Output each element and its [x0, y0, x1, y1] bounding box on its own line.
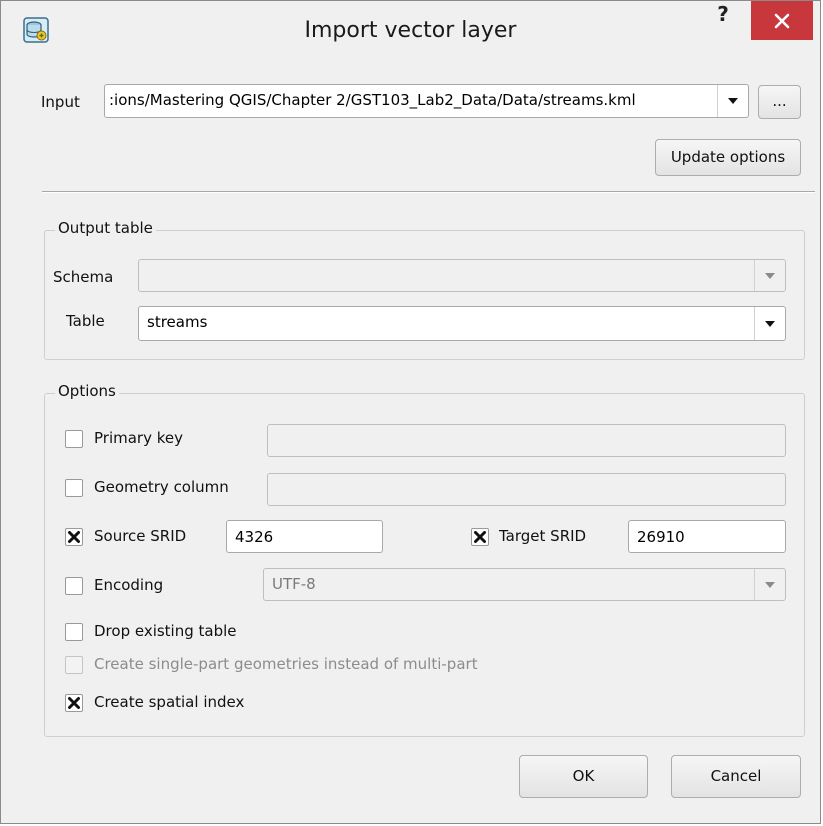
- primary-key-label: Primary key: [94, 429, 183, 447]
- schema-combo[interactable]: [138, 259, 786, 292]
- browse-button[interactable]: ...: [758, 85, 801, 119]
- target-srid-field[interactable]: 26910: [628, 520, 786, 553]
- help-button[interactable]: ?: [701, 1, 745, 31]
- table-label: Table: [66, 312, 105, 330]
- ok-button[interactable]: OK: [519, 755, 648, 798]
- geometry-column-checkbox[interactable]: [65, 479, 83, 497]
- output-table-title: Output table: [55, 219, 156, 237]
- target-srid-value: 26910: [637, 528, 685, 546]
- chevron-down-icon[interactable]: [717, 85, 748, 117]
- encoding-value: UTF-8: [272, 575, 316, 593]
- title-bar: Import vector layer ?: [1, 1, 820, 65]
- encoding-checkbox[interactable]: [65, 577, 83, 595]
- single-part-label: Create single-part geometries instead of…: [94, 655, 478, 673]
- import-vector-layer-dialog: Import vector layer ? Input :ions/Master…: [0, 0, 821, 824]
- separator: [42, 191, 815, 193]
- drop-existing-table-checkbox[interactable]: [65, 623, 83, 641]
- target-srid-checkbox[interactable]: [471, 528, 489, 546]
- close-icon: [774, 13, 790, 29]
- dialog-body: Input :ions/Mastering QGIS/Chapter 2/GST…: [11, 65, 815, 815]
- update-options-button[interactable]: Update options: [655, 139, 801, 176]
- dialog-title: Import vector layer: [304, 18, 517, 43]
- checkmark-icon: [68, 697, 80, 709]
- source-srid-label: Source SRID: [94, 527, 187, 545]
- options-title: Options: [55, 382, 119, 400]
- table-combo[interactable]: streams: [138, 306, 786, 341]
- chevron-down-icon[interactable]: [754, 307, 785, 340]
- source-srid-value: 4326: [235, 528, 274, 546]
- chevron-down-icon[interactable]: [754, 260, 785, 291]
- source-srid-field[interactable]: 4326: [226, 520, 383, 553]
- cancel-button[interactable]: Cancel: [671, 755, 801, 798]
- geometry-column-label: Geometry column: [94, 478, 229, 496]
- schema-label: Schema: [53, 268, 114, 286]
- primary-key-field[interactable]: [267, 424, 786, 457]
- geometry-column-field[interactable]: [267, 473, 786, 506]
- close-button[interactable]: [751, 1, 813, 40]
- encoding-label: Encoding: [94, 576, 164, 594]
- drop-existing-table-label: Drop existing table: [94, 622, 237, 640]
- target-srid-label: Target SRID: [499, 527, 587, 545]
- primary-key-checkbox[interactable]: [65, 430, 83, 448]
- input-label: Input: [41, 93, 80, 111]
- input-path-value: :ions/Mastering QGIS/Chapter 2/GST103_La…: [109, 91, 636, 109]
- checkmark-icon: [474, 531, 486, 543]
- input-path-combo[interactable]: :ions/Mastering QGIS/Chapter 2/GST103_La…: [104, 84, 749, 118]
- spatial-index-checkbox[interactable]: [65, 694, 83, 712]
- chevron-down-icon[interactable]: [754, 569, 785, 600]
- table-value: streams: [147, 313, 208, 331]
- source-srid-checkbox[interactable]: [65, 528, 83, 546]
- spatial-index-label: Create spatial index: [94, 693, 245, 711]
- single-part-checkbox[interactable]: [65, 656, 83, 674]
- checkmark-icon: [68, 531, 80, 543]
- encoding-combo[interactable]: UTF-8: [263, 568, 786, 601]
